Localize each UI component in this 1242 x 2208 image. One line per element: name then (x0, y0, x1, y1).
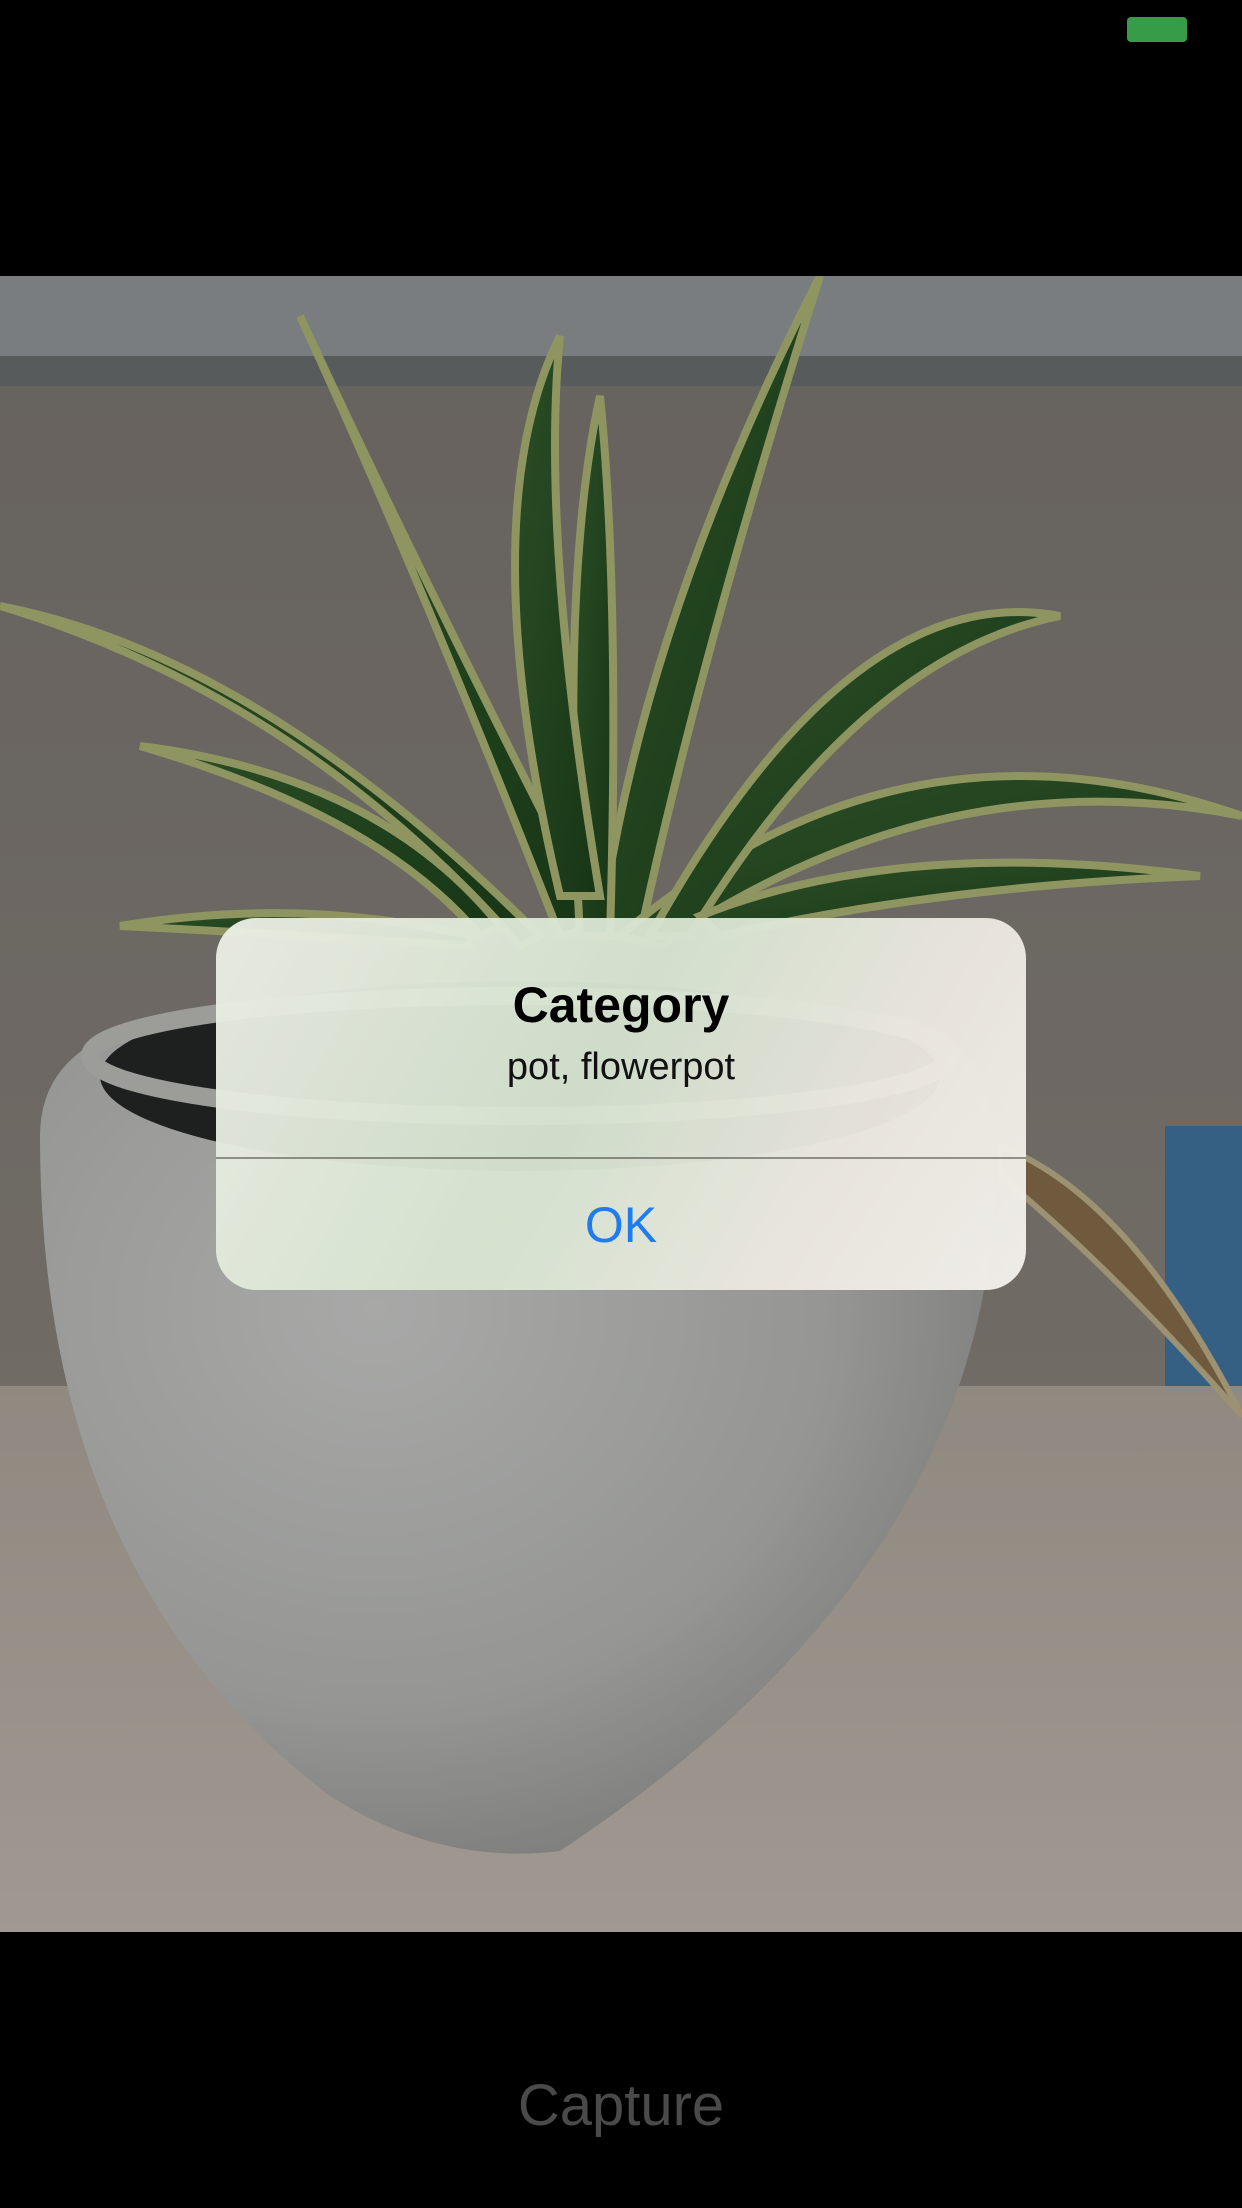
ok-button[interactable]: OK (216, 1159, 1026, 1290)
alert-message: pot, flowerpot (506, 1046, 736, 1088)
app-screen: Category pot, flowerpot OK Capture (0, 0, 1242, 2208)
alert-title: Category (512, 977, 730, 1033)
alert-body: Category pot, flowerpot (216, 918, 1026, 1158)
category-alert: Category pot, flowerpot OK (216, 918, 1026, 1290)
capture-button[interactable]: Capture (0, 2060, 1242, 2150)
